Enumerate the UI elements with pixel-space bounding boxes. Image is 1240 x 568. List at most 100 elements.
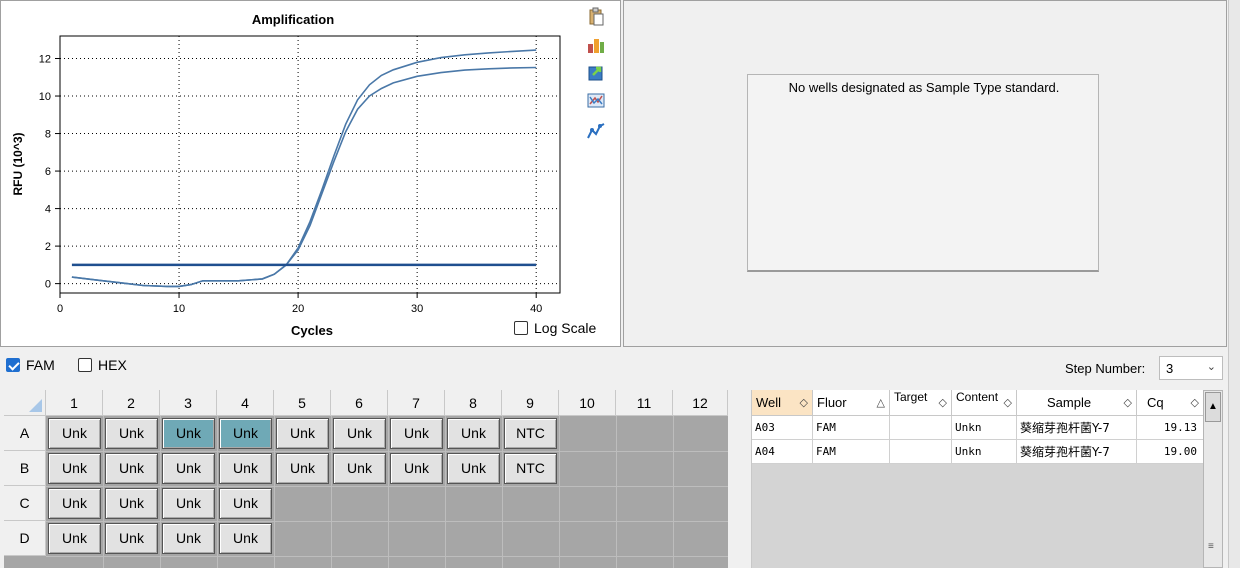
plate-gridline: [559, 416, 560, 568]
fluor-selector-bar: FAM HEX: [0, 350, 1228, 384]
log-scale-checkbox[interactable]: [514, 321, 528, 335]
plate-well[interactable]: Unk: [162, 418, 215, 449]
amplification-chart: Amplification 0 10 20 30 40024681012 Cycles …: [11, 12, 561, 338]
plate-column-header[interactable]: 9: [502, 390, 559, 416]
plate-gridline: [46, 451, 728, 452]
plate-well[interactable]: Unk: [390, 418, 443, 449]
window-scrollbar[interactable]: [1228, 0, 1240, 568]
plate-column-header[interactable]: 6: [331, 390, 388, 416]
plate-row-header[interactable]: B: [4, 451, 46, 486]
plate-column-header[interactable]: 10: [559, 390, 616, 416]
plate-well[interactable]: Unk: [48, 523, 101, 554]
table-cell-cq[interactable]: 19.00: [1137, 440, 1204, 464]
log-scale-toggle[interactable]: Log Scale: [514, 320, 596, 336]
plate-well[interactable]: NTC: [504, 418, 557, 449]
plate-well[interactable]: Unk: [219, 488, 272, 519]
plate-well[interactable]: Unk: [48, 488, 101, 519]
image-export-icon[interactable]: [586, 91, 606, 111]
plate-column-header[interactable]: 3: [160, 390, 217, 416]
plate-well[interactable]: Unk: [333, 418, 386, 449]
plate-select-all[interactable]: [4, 390, 46, 416]
column-header-content[interactable]: Content ◇: [952, 390, 1017, 416]
plate-well[interactable]: Unk: [105, 418, 158, 449]
plate-column-header[interactable]: 2: [103, 390, 160, 416]
plate-column-header[interactable]: 1: [46, 390, 103, 416]
table-cell-fluor[interactable]: FAM: [813, 440, 890, 464]
fluor-fam-checkbox[interactable]: [6, 358, 20, 372]
x-tick-label: 10: [173, 303, 185, 315]
plate-gridline: [103, 416, 104, 568]
plate-column-header[interactable]: 4: [217, 390, 274, 416]
column-header-well[interactable]: Well ◇: [752, 390, 813, 416]
plate-well[interactable]: NTC: [504, 453, 557, 484]
table-cell-well[interactable]: A04: [752, 440, 813, 464]
y-tick-label: 4: [45, 204, 51, 216]
table-cell-target[interactable]: [890, 440, 952, 464]
table-cell-sample[interactable]: 葵缩芽孢杆菌Y-7: [1017, 440, 1137, 464]
column-header-cq[interactable]: Cq ◇: [1137, 390, 1204, 416]
plate-well[interactable]: Unk: [105, 523, 158, 554]
plate-column-header[interactable]: 11: [616, 390, 673, 416]
column-header-fluor[interactable]: Fluor △: [813, 390, 890, 416]
table-scrollbar[interactable]: ▲ ≡: [1203, 390, 1223, 568]
table-cell-content[interactable]: Unkn: [952, 440, 1017, 464]
column-header-target[interactable]: Target ◇: [890, 390, 952, 416]
column-header-sample[interactable]: Sample ◇: [1017, 390, 1137, 416]
scroll-up-button[interactable]: ▲: [1205, 392, 1221, 422]
plate-well[interactable]: Unk: [390, 453, 443, 484]
table-cell-sample[interactable]: 葵缩芽孢杆菌Y-7: [1017, 416, 1137, 440]
chart-settings-icon[interactable]: [586, 35, 606, 55]
x-tick-label: 30: [411, 303, 423, 315]
plate-column-header[interactable]: 8: [445, 390, 502, 416]
plate-gridline: [46, 486, 728, 487]
plate-row-header[interactable]: C: [4, 486, 46, 521]
export-icon[interactable]: [586, 63, 606, 83]
table-cell-fluor[interactable]: FAM: [813, 416, 890, 440]
trace-style-icon[interactable]: [586, 121, 606, 141]
y-tick-label: 2: [45, 241, 51, 253]
fluor-fam-label: FAM: [26, 357, 55, 373]
fluor-hex-checkbox[interactable]: [78, 358, 92, 372]
plate-well[interactable]: Unk: [276, 453, 329, 484]
table-cell-well[interactable]: A03: [752, 416, 813, 440]
fluor-hex-toggle[interactable]: HEX: [78, 357, 127, 373]
plate-gridline: [46, 556, 728, 557]
x-axis-label: Cycles: [291, 323, 333, 338]
plate-well[interactable]: Unk: [48, 453, 101, 484]
table-cell-target[interactable]: [890, 416, 952, 440]
plate-well[interactable]: Unk: [48, 418, 101, 449]
table-cell-content[interactable]: Unkn: [952, 416, 1017, 440]
plate-well[interactable]: Unk: [447, 453, 500, 484]
plate-well[interactable]: Unk: [105, 453, 158, 484]
plate-row-header[interactable]: D: [4, 521, 46, 556]
plate-well[interactable]: Unk: [162, 488, 215, 519]
plate-row-header[interactable]: A: [4, 416, 46, 451]
sort-ascending-icon: △: [876, 397, 885, 409]
plate-gridline: [46, 521, 728, 522]
plate-column-header[interactable]: 7: [388, 390, 445, 416]
step-number-label: Step Number:: [1065, 361, 1146, 376]
plate-well[interactable]: Unk: [219, 523, 272, 554]
chevron-down-icon: ⌄: [1206, 361, 1216, 373]
step-number-select[interactable]: 3 ⌄: [1159, 356, 1223, 380]
plate-well[interactable]: Unk: [447, 418, 500, 449]
log-scale-label: Log Scale: [534, 320, 597, 336]
y-tick-label: 10: [39, 91, 51, 103]
plate-well[interactable]: Unk: [219, 418, 272, 449]
fluor-fam-toggle[interactable]: FAM: [6, 357, 55, 373]
table-cell-cq[interactable]: 19.13: [1137, 416, 1204, 440]
plate-well[interactable]: Unk: [162, 523, 215, 554]
sort-icon: ◇: [938, 397, 947, 409]
plate-gridline: [673, 416, 674, 568]
plate-column-header[interactable]: 12: [673, 390, 728, 416]
copy-clipboard-icon[interactable]: [586, 7, 606, 27]
plate-well[interactable]: Unk: [162, 453, 215, 484]
plate-well[interactable]: Unk: [105, 488, 158, 519]
plate-column-header[interactable]: 5: [274, 390, 331, 416]
plate-gridline: [502, 416, 503, 568]
plate-gridline: [274, 416, 275, 568]
plate-well[interactable]: Unk: [276, 418, 329, 449]
sort-icon: ◇: [1123, 397, 1132, 409]
plate-well[interactable]: Unk: [219, 453, 272, 484]
plate-well[interactable]: Unk: [333, 453, 386, 484]
